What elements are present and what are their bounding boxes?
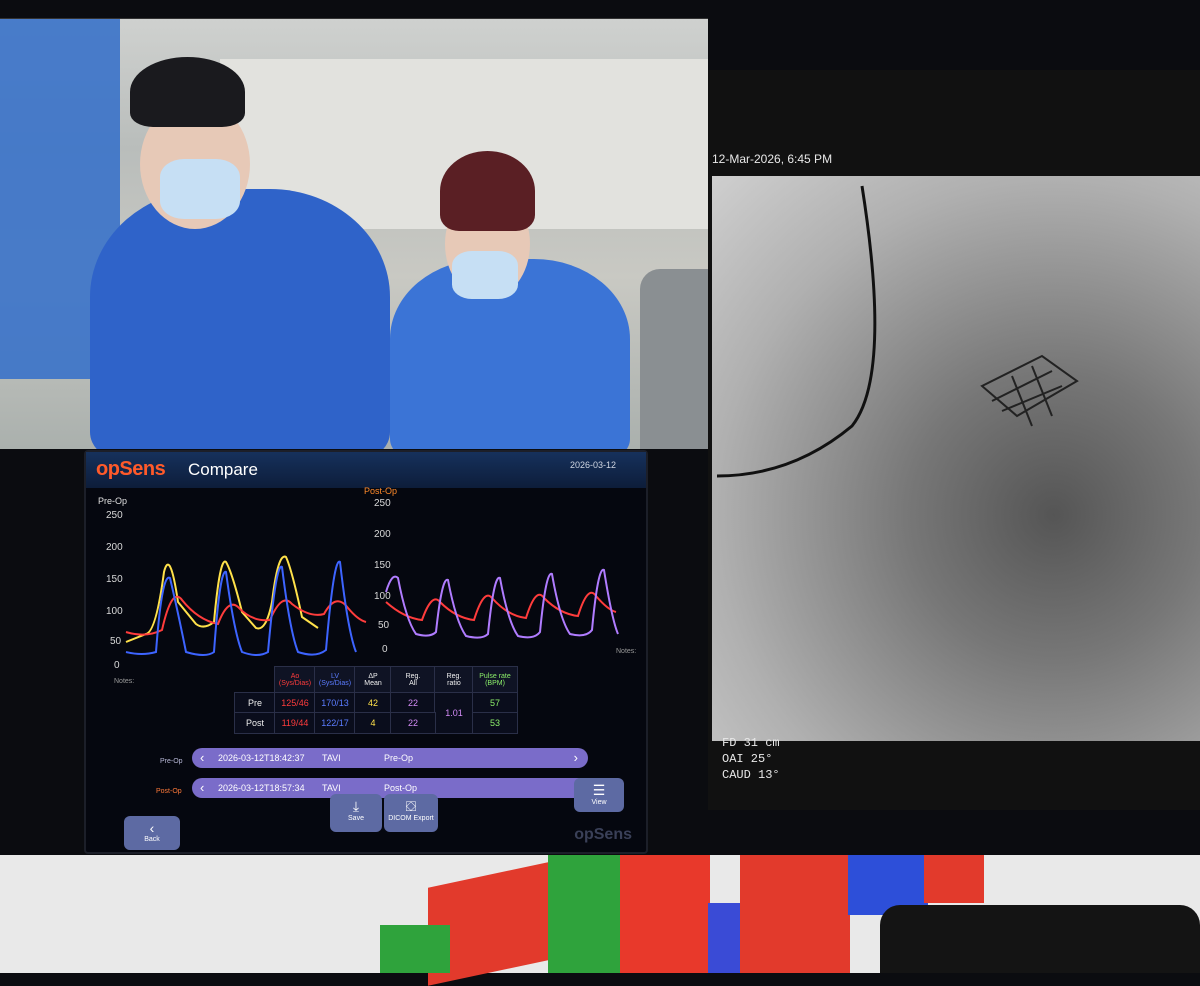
red-block: [924, 855, 984, 903]
preop-yellow-wave: [125, 555, 319, 643]
equipment-arm: [640, 269, 708, 449]
save-label: Save: [348, 815, 364, 822]
record-side-label: Pre-Op: [160, 758, 183, 765]
row-label-post: Post: [234, 712, 276, 734]
doctor-left-mask: [160, 159, 240, 219]
row-label-pre: Pre: [234, 692, 276, 714]
chevron-right-icon[interactable]: ›: [574, 750, 578, 765]
doctor-left-gown: [90, 189, 390, 449]
dicom-label: DICOM Export: [388, 815, 434, 822]
pressure-waveforms: [125, 555, 619, 656]
save-button[interactable]: ⤓ Save: [330, 794, 382, 832]
view-label: View: [591, 799, 607, 806]
opsens-watermark: opSens: [574, 826, 632, 843]
doctor-left-cap: [130, 57, 245, 127]
pre-lv: 170/13: [314, 692, 356, 714]
doctor-right-cap: [440, 151, 535, 231]
dicom-export-button[interactable]: ⛋ DICOM Export: [384, 794, 438, 832]
record-timestamp: 2026-03-12T18:57:34: [218, 783, 305, 793]
view-button[interactable]: ☰ View: [574, 778, 624, 812]
reg-ratio-value: 1.01: [434, 692, 474, 734]
doctor-right-mask: [452, 251, 518, 299]
xray-image: [712, 176, 1200, 741]
post-lv: 122/17: [314, 712, 356, 734]
header-pulse-rate: Pulse rate (BPM): [472, 666, 518, 694]
pre-pulse: 57: [472, 692, 518, 714]
post-dp-mean: 4: [354, 712, 392, 734]
record-procedure: TAVI: [322, 753, 341, 763]
chevron-left-icon[interactable]: ‹: [200, 750, 204, 765]
header-reg-ratio: Reg. ratio: [434, 666, 474, 694]
post-pulse: 53: [472, 712, 518, 734]
header-lv: LV (Sys/Dias): [314, 666, 356, 694]
opsens-panel: opSens Compare 2026-03-12 Pre-Op Post-Op…: [84, 450, 648, 854]
dicom-icon: ⛋: [405, 798, 417, 814]
header-reg-all: Reg. All: [390, 666, 436, 694]
pre-reg-all: 22: [390, 692, 436, 714]
xray-overlay: [716, 185, 1079, 478]
postop-red-wave: [385, 591, 617, 622]
chevron-left-icon[interactable]: ‹: [200, 780, 204, 795]
preop-record-selector[interactable]: ‹ 2026-03-12T18:42:37 TAVI Pre-Op ›: [192, 748, 588, 768]
record-side-label: Post-Op: [156, 788, 182, 795]
record-phase: Post-Op: [384, 783, 418, 793]
red-block: [620, 855, 710, 973]
record-phase: Pre-Op: [384, 753, 414, 763]
xray-caud: CAUD 13°: [722, 768, 780, 782]
xray-datetime: 12-Mar-2026, 6:45 PM: [712, 152, 833, 166]
post-reg-all: 22: [390, 712, 436, 734]
green-block: [380, 925, 450, 973]
back-button[interactable]: ‹ Back: [124, 816, 180, 850]
list-icon: ☰: [592, 782, 606, 798]
record-procedure: TAVI: [322, 783, 341, 793]
valve-stent: [980, 354, 1079, 427]
record-timestamp: 2026-03-12T18:42:37: [218, 753, 305, 763]
dark-object: [880, 905, 1200, 973]
back-label: Back: [144, 836, 160, 843]
post-ao: 119/44: [274, 712, 316, 734]
backdrop-graphic: [0, 855, 1200, 986]
red-block: [740, 855, 850, 973]
xray-oai: OAI 25°: [722, 752, 773, 766]
pre-ao: 125/46: [274, 692, 316, 714]
pre-dp-mean: 42: [354, 692, 392, 714]
camera-feed: [0, 18, 708, 449]
download-icon: ⤓: [352, 798, 360, 814]
header-dp-mean: ΔP Mean: [354, 666, 392, 694]
header-ao: Ao (Sys/Dias): [274, 666, 316, 694]
xray-fd: FD 31 cm: [722, 736, 780, 750]
chevron-left-icon: ‹: [149, 820, 155, 836]
